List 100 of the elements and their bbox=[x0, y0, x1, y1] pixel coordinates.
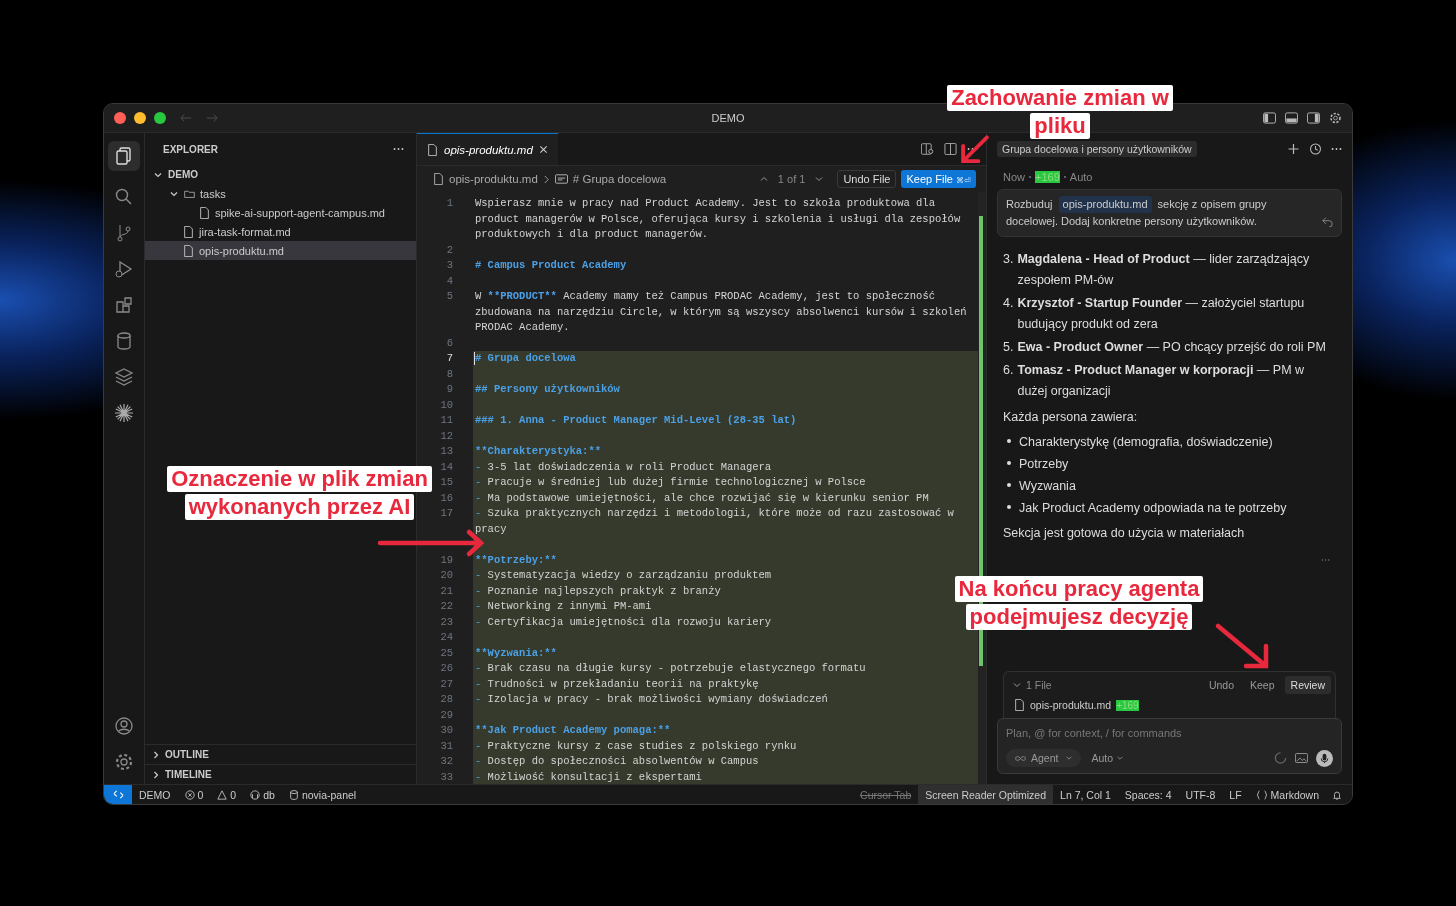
status-item[interactable]: Ln 7, Col 1 bbox=[1053, 785, 1118, 804]
settings-icon[interactable] bbox=[1329, 112, 1342, 124]
line-number: 26 bbox=[439, 661, 454, 676]
notifications-icon[interactable] bbox=[1332, 789, 1342, 800]
tree-item[interactable]: jira-task-format.md bbox=[145, 222, 416, 241]
window-close-button[interactable] bbox=[114, 112, 126, 124]
chevron-icon bbox=[151, 749, 161, 760]
chat-input-box[interactable]: Plan, @ for context, / for commands Agent Auto bbox=[997, 718, 1342, 774]
file-icon bbox=[427, 143, 438, 156]
line-number: 21 bbox=[439, 583, 454, 599]
status-item[interactable]: Cursor Tab bbox=[853, 785, 919, 804]
file-icon bbox=[1014, 699, 1025, 711]
breadcrumb-item[interactable]: # Grupa docelowa bbox=[572, 173, 667, 185]
chat-tab[interactable]: Grupa docelowa i persony użytkowników bbox=[997, 141, 1197, 157]
keep-file-button[interactable]: Keep File ⌘⏎ bbox=[901, 170, 976, 188]
bullet-icon bbox=[1007, 439, 1011, 443]
open-preview-icon[interactable] bbox=[921, 143, 934, 155]
next-change-icon[interactable] bbox=[814, 174, 825, 184]
status-item[interactable]: UTF-8 bbox=[1178, 785, 1223, 804]
files-toggle[interactable]: 1 File bbox=[1012, 679, 1052, 691]
explorer-tab[interactable] bbox=[108, 141, 140, 171]
line-number: 10 bbox=[439, 397, 454, 413]
split-editor-icon[interactable] bbox=[944, 143, 957, 155]
run-debug-icon[interactable] bbox=[114, 259, 134, 279]
line-number: 23 bbox=[439, 614, 454, 630]
panel-toggle-icon[interactable] bbox=[1285, 112, 1298, 124]
message-text: Rozbuduj opis-produktu.md sekcję z opisem grupy docelowej. Dodaj konkretne persony użytkowników. bbox=[1006, 196, 1268, 229]
tree-item[interactable]: tasks bbox=[145, 184, 416, 203]
chevron-icon bbox=[1116, 754, 1125, 762]
extensions-icon[interactable] bbox=[114, 295, 134, 315]
chat-input[interactable]: Plan, @ for context, / for commands bbox=[1006, 725, 1333, 741]
file-icon bbox=[199, 206, 210, 219]
tree-item[interactable]: DEMO bbox=[145, 165, 416, 184]
list-item-text: Potrzeby bbox=[1019, 456, 1069, 473]
errors-count[interactable]: 0 bbox=[177, 785, 211, 804]
more-icon[interactable] bbox=[393, 147, 404, 151]
mode-dropdown[interactable]: Agent bbox=[1006, 749, 1082, 767]
asterisk-icon[interactable] bbox=[114, 403, 134, 423]
breadcrumb-item[interactable]: opis-produktu.md bbox=[449, 173, 538, 185]
code-line: W **PRODUCT** Academy mamy też Campus PRODAC Academy, jest to społeczność zbudowana na narzędziu Circle, w którym są wszyscy absolwenci kursów i szkoleń PRODAC Academy. bbox=[474, 289, 968, 335]
line-number: 20 bbox=[439, 568, 454, 583]
status-item[interactable]: Screen Reader Optimized bbox=[918, 785, 1054, 804]
list-item-text: Krzysztof - Startup Founder — założyciel startupu budujący produkt od zera bbox=[1017, 295, 1306, 333]
status-item[interactable]: LF bbox=[1222, 785, 1249, 804]
line-number: 31 bbox=[439, 738, 454, 754]
bullet-icon bbox=[1007, 461, 1011, 465]
secondary-sidebar-toggle-icon[interactable] bbox=[1307, 112, 1320, 124]
history-icon[interactable] bbox=[1309, 143, 1322, 155]
code-line: Wspierasz mnie w pracy nad Product Academy. Jest to szkoła produktowa dla product managerów w Polsce, oferująca kursy i szkolenia i usługi dla zespołów produktowych i dla product managerów. bbox=[474, 196, 962, 242]
warnings-count[interactable]: 0 bbox=[210, 785, 244, 804]
tree-item[interactable]: opis-produktu.md bbox=[145, 241, 416, 260]
close-icon[interactable] bbox=[538, 145, 548, 154]
sidebar-toggle-icon[interactable] bbox=[1263, 112, 1276, 124]
remote-button[interactable] bbox=[104, 785, 132, 804]
editor-tab[interactable]: opis-produktu.md bbox=[417, 133, 558, 165]
code-line: # Campus Product Academy bbox=[474, 258, 628, 273]
line-number: 29 bbox=[439, 707, 454, 723]
database-icon[interactable] bbox=[114, 331, 134, 351]
message-time: Now bbox=[1003, 171, 1025, 183]
line-number: 22 bbox=[439, 599, 454, 614]
chevron-icon bbox=[542, 174, 550, 184]
chevron-icon bbox=[1012, 680, 1022, 690]
tree-item[interactable]: spike-ai-support-agent-campus.md bbox=[145, 203, 416, 222]
answer-paragraph: Sekcja jest gotowa do użycia w materiałach bbox=[1003, 525, 1246, 542]
search-icon[interactable] bbox=[114, 187, 134, 207]
list-item-text: Tomasz - Product Manager w korporacji — PM w dużej organizacji bbox=[1017, 362, 1306, 400]
sidebar-section-header[interactable]: OUTLINE bbox=[145, 744, 416, 764]
list-item-text: Jak Product Academy odpowiada na te potrzeby bbox=[1019, 500, 1287, 517]
language-mode[interactable]: Markdown bbox=[1248, 785, 1326, 804]
bullet-icon bbox=[1007, 505, 1011, 509]
line-number: 24 bbox=[439, 630, 454, 645]
window-maximize-button[interactable] bbox=[154, 112, 166, 124]
account-icon[interactable] bbox=[114, 716, 134, 736]
source-control-icon[interactable] bbox=[114, 223, 134, 243]
status-item[interactable]: DEMO bbox=[132, 785, 178, 804]
repository-status[interactable]: novia-panel bbox=[281, 785, 364, 804]
settings-icon[interactable] bbox=[114, 752, 134, 772]
plus-icon[interactable] bbox=[1287, 143, 1300, 155]
change-counter: 1 of 1 bbox=[777, 173, 806, 185]
more-icon[interactable] bbox=[1331, 147, 1342, 151]
microphone-icon[interactable] bbox=[1316, 749, 1333, 767]
file-icon bbox=[183, 244, 194, 257]
status-item[interactable]: Spaces: 4 bbox=[1117, 785, 1179, 804]
image-icon[interactable] bbox=[1295, 752, 1308, 764]
line-number: 30 bbox=[439, 723, 454, 738]
undo-file-button[interactable]: Undo File bbox=[837, 170, 897, 188]
previous-change-icon[interactable] bbox=[758, 174, 769, 184]
keep-button[interactable]: Keep bbox=[1244, 676, 1281, 694]
line-number: 13 bbox=[439, 444, 454, 459]
restore-icon[interactable] bbox=[1322, 216, 1333, 227]
line-number: 6 bbox=[445, 335, 454, 351]
model-dropdown[interactable]: Auto bbox=[1089, 749, 1127, 767]
warning-icon bbox=[217, 789, 228, 800]
window-minimize-button[interactable] bbox=[134, 112, 146, 124]
file-name[interactable]: opis-produktu.md bbox=[1030, 699, 1112, 711]
undo-button[interactable]: Undo bbox=[1202, 676, 1241, 694]
database-status[interactable]: db bbox=[243, 785, 282, 804]
review-button[interactable]: Review bbox=[1284, 676, 1331, 694]
layers-icon[interactable] bbox=[114, 367, 134, 387]
file-chip[interactable]: opis-produktu.md bbox=[1058, 196, 1152, 213]
